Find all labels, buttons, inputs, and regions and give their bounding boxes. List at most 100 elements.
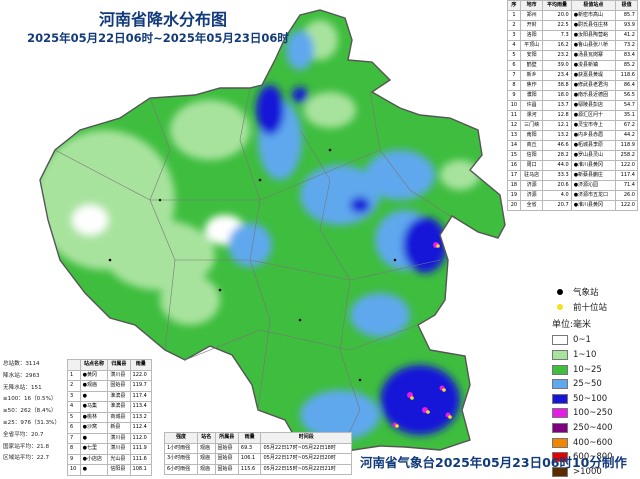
table-cell: 67.2 — [615, 120, 638, 131]
table-cell: ●新蔡县蒯庄 — [570, 170, 617, 181]
table-row: 6小时雨强 观庙 固始县 115.6 05月22日15时~05月22日21时 — [164, 463, 352, 475]
top-ten-station-marker — [448, 415, 452, 419]
table-cell: 33.3 — [542, 170, 572, 181]
table-cell: 46.6 — [542, 140, 572, 151]
table-cell: ● — [79, 464, 109, 476]
table-cell: 69.3 — [237, 442, 262, 454]
table-row: 9 濮阳 18.0 ●南乐县近德固 56.5 — [507, 90, 638, 101]
table-cell: 信阳县 — [107, 464, 131, 476]
table-row: 1 郑州 20.0 ●新密市高山 85.7 — [507, 10, 638, 21]
table-row: 12 三门峡 12.1 ●灵宝市寺上 67.2 — [507, 120, 638, 131]
table-cell: 鹤壁 — [519, 60, 544, 71]
table-cell: 安阳 — [519, 50, 544, 61]
legend-label: 250~400 — [573, 423, 613, 434]
table-cell: 5 — [507, 50, 521, 61]
legend-item: 10~25 — [552, 362, 638, 377]
table-cell: 13 — [507, 130, 521, 141]
legend-item: 400~600 — [552, 435, 638, 450]
table-cell: 开封 — [519, 20, 544, 31]
table-cell: 05月22日17时~05月22日20时 — [260, 453, 352, 465]
table-cell: 9 — [507, 90, 521, 101]
table-cell: 淮滨县 — [107, 401, 131, 413]
table-cell: 112.0 — [129, 432, 153, 444]
table-header-cell: 极值 — [615, 0, 638, 11]
legend-swatch — [552, 379, 568, 390]
table-row: 2 开封 22.5 ●尉氏县任庄林 93.9 — [507, 20, 638, 31]
legend-label: 400~600 — [573, 437, 613, 448]
table-cell: 观庙 — [196, 453, 216, 465]
table-cell: 11 — [507, 110, 521, 121]
legend-label: 10~25 — [573, 364, 602, 375]
table-cell: 41.2 — [615, 30, 638, 41]
table-cell: 固始县 — [107, 380, 131, 392]
table-cell: ●马集 — [79, 401, 109, 413]
table-cell: 潢川县 — [107, 369, 131, 381]
table-cell: 113.4 — [129, 401, 153, 413]
table-cell: 全省 — [519, 200, 544, 211]
table-row: 15 信阳 28.2 ●罗山县灵山 258.2 — [507, 150, 638, 161]
table-cell: ●汤县瓦岗寨 — [570, 50, 617, 61]
table-row: 5 安阳 23.2 ●汤县瓦岗寨 83.4 — [507, 50, 638, 61]
statistics-panel: 总站数：3114 降水站：2963 无降水站：151 ≥100：16（0.5%） ≥50… — [3, 359, 65, 466]
table-cell: 13.2 — [542, 130, 572, 141]
table-header-cell: 极值站点 — [570, 0, 617, 11]
table-cell: ●灵宝市寺上 — [570, 120, 617, 131]
legend-label: 1~10 — [573, 350, 597, 361]
table-row: 8 ●七里 潢川县 111.9 — [67, 443, 153, 455]
table-cell: 周口 — [519, 160, 544, 171]
table-cell: 71.4 — [615, 180, 638, 191]
table-cell: 光山县 — [107, 453, 131, 465]
table-cell: ●七里 — [79, 443, 109, 455]
table-cell: 7.3 — [542, 30, 572, 41]
table-cell: 9 — [67, 453, 81, 465]
table-cell: 商丘 — [519, 140, 544, 151]
table-header-cell: 雨量 — [129, 359, 153, 371]
table-cell: 258.2 — [615, 150, 638, 161]
table-cell: 观庙 — [196, 442, 216, 454]
table-cell: 固始县 — [214, 453, 239, 465]
table-cell: 10 — [67, 464, 81, 476]
table-cell: ●获嘉县黄堤 — [570, 70, 617, 81]
table-cell: ● — [79, 432, 109, 444]
weather-station-marker — [108, 258, 112, 262]
legend-swatch — [552, 408, 568, 419]
statistic-line: 区域站平均：22.7 — [3, 455, 50, 462]
legend-item: 0~1 — [552, 333, 638, 348]
table-cell: 38.8 — [542, 80, 572, 91]
table-cell: 05月22日15时~05月22日21时 — [260, 463, 352, 475]
table-cell: 14 — [507, 140, 521, 151]
table-cell: 73.2 — [615, 40, 638, 51]
station-dot-icon — [557, 289, 563, 296]
table-cell: 7 — [507, 70, 521, 81]
table-cell: 112.4 — [129, 422, 153, 434]
table-cell: 7 — [67, 432, 81, 444]
statistic-line: ≥25：976（31.3%） — [3, 419, 61, 426]
table-cell: 1 — [507, 10, 521, 21]
table-row: 17 驻马店 33.3 ●新蔡县蒯庄 117.4 — [507, 170, 638, 181]
table-row: 7 ● 潢川县 112.0 — [67, 432, 153, 444]
table-cell: 85.7 — [615, 10, 638, 21]
table-row: 13 南阳 13.2 ●内乡县赤眉 44.2 — [507, 130, 638, 141]
table-cell: 6 — [507, 60, 521, 71]
statistic-line: 总站数：3114 — [3, 361, 40, 367]
table-cell: 1 — [67, 369, 81, 381]
table-row: 20 全省 20.7 ●淮川县黄冈 122.0 — [507, 200, 638, 211]
statistic-line: 无降水站：151 — [3, 384, 42, 391]
top-ten-station-marker — [426, 410, 430, 414]
table-cell: ●柘城县李原 — [570, 140, 617, 151]
legend-swatch — [552, 437, 568, 448]
table-cell: 22.5 — [542, 20, 572, 31]
table-cell: 8 — [67, 443, 81, 455]
table-cell: 3小时雨强 — [164, 453, 198, 465]
legend-item: 250~400 — [552, 421, 638, 436]
table-cell: 潢川县 — [107, 432, 131, 444]
table-row: 6 ●沙窝 新县 112.4 — [67, 422, 153, 434]
table-header-cell: 站名 — [196, 432, 216, 444]
table-cell: 12 — [507, 120, 521, 131]
table-cell: ●济源市五龙口 — [570, 190, 617, 201]
table-cell: 新县 — [107, 422, 131, 434]
table-row: 3 ● 淮滨县 117.4 — [67, 390, 153, 402]
table-header-cell: 雨量 — [237, 432, 262, 444]
legend-label: 气象站 — [573, 288, 599, 299]
table-row: 3小时雨强 观庙 固始县 106.1 05月22日17时~05月22日20时 — [164, 453, 352, 465]
